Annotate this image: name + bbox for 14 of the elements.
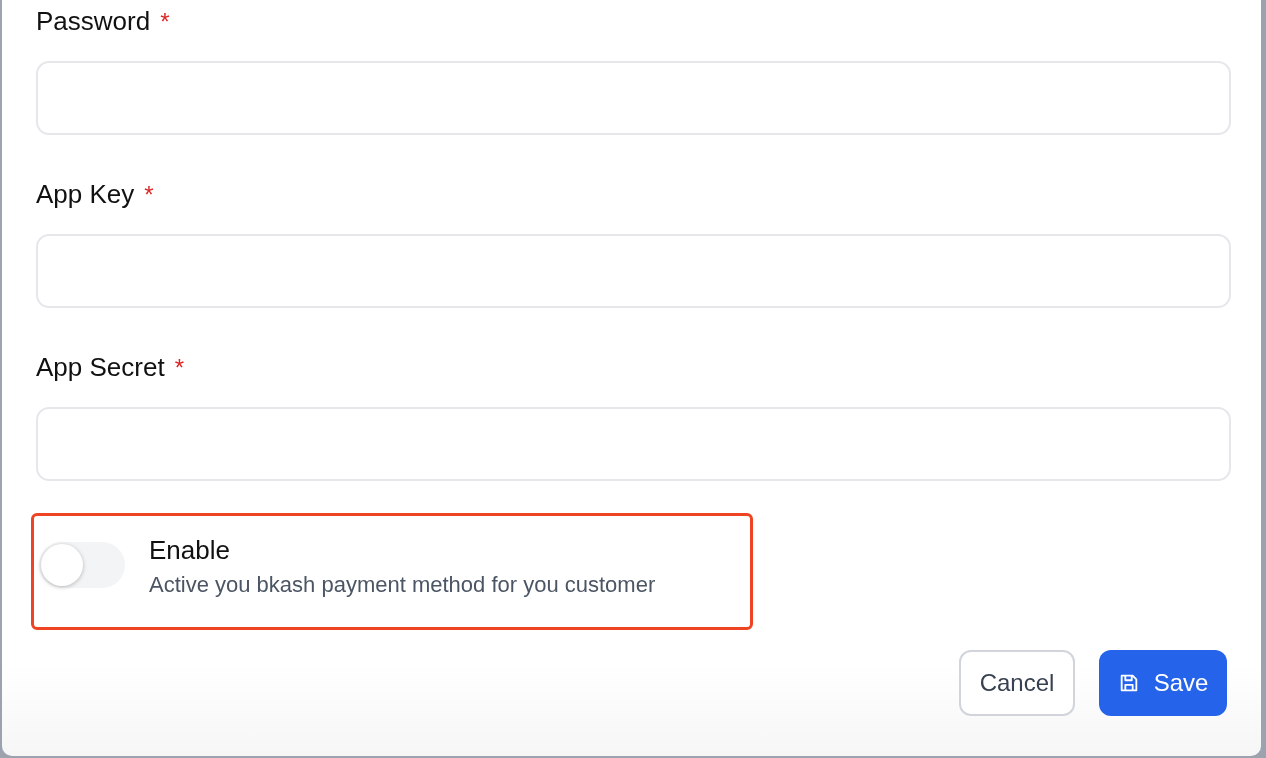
cancel-button[interactable]: Cancel <box>959 650 1075 716</box>
field-label: App Key <box>36 179 135 210</box>
required-mark: * <box>160 8 170 36</box>
required-mark: * <box>174 354 184 382</box>
toggle-switch[interactable] <box>39 542 125 588</box>
toggle-description: Active you bkash payment method for you customer <box>149 572 656 598</box>
input-field[interactable] <box>36 234 1231 308</box>
save-button[interactable]: Save <box>1099 650 1227 716</box>
field-label: Password <box>36 6 151 37</box>
field-label: App Secret <box>36 352 165 383</box>
required-mark: * <box>144 181 154 209</box>
input-field[interactable] <box>36 61 1231 135</box>
input-field[interactable] <box>36 407 1231 481</box>
toggle-title: Enable <box>149 535 231 566</box>
